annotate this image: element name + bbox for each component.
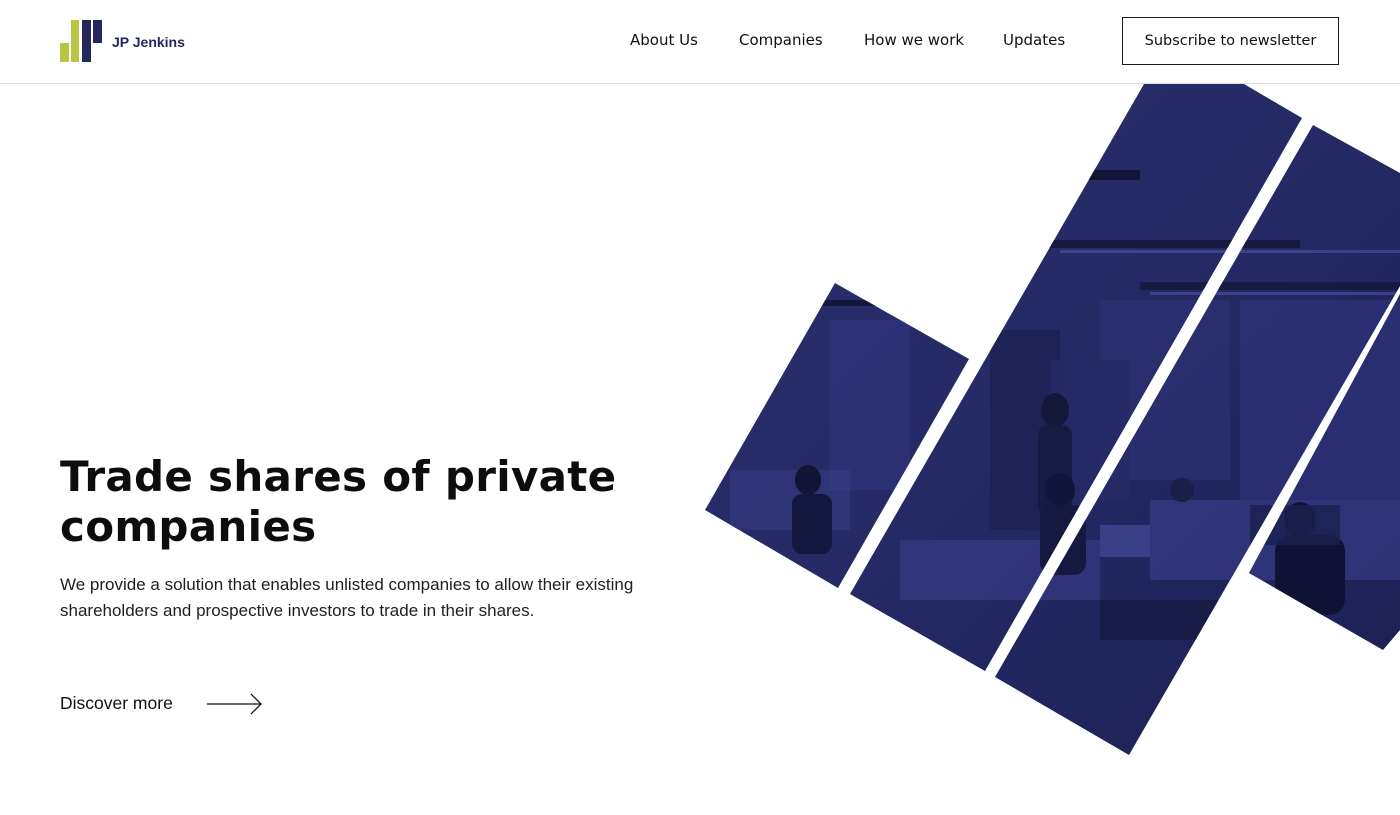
arrow-right-icon [207, 693, 262, 715]
nav-link-companies[interactable]: Companies [739, 31, 823, 49]
subscribe-newsletter-button[interactable]: Subscribe to newsletter [1122, 17, 1339, 65]
hero-description: We provide a solution that enables unlis… [60, 575, 634, 620]
discover-more-label: Discover more [60, 693, 173, 713]
nav-link-updates[interactable]: Updates [1003, 31, 1065, 49]
site-header: JP Jenkins About Us Companies How we wor… [0, 0, 1400, 84]
logo-bars-icon [60, 20, 102, 62]
logo-link[interactable]: JP Jenkins [60, 19, 200, 63]
discover-more-link[interactable]: Discover more [60, 690, 280, 718]
nav-link-about-us[interactable]: About Us [630, 31, 698, 49]
hero-office-image [705, 84, 1400, 755]
hero-title: Trade shares of private companies [60, 452, 617, 551]
nav-link-how-we-work[interactable]: How we work [864, 31, 964, 49]
logo-wordmark: JP Jenkins [112, 34, 185, 50]
